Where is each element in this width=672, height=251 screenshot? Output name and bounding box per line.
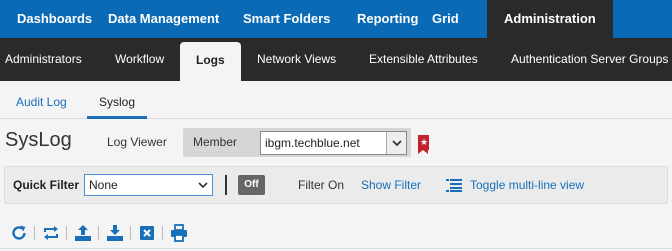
member-label: Member xyxy=(193,135,238,149)
sub-nav-administrators[interactable]: Administrators xyxy=(5,38,82,81)
chevron-down-icon xyxy=(197,176,209,199)
toggle-multiline-view-link[interactable]: Toggle multi-line view xyxy=(470,167,584,203)
follow-icon[interactable] xyxy=(42,224,62,242)
top-nav-administration[interactable]: Administration xyxy=(487,0,613,38)
toolbar-divider-line xyxy=(0,248,672,249)
refresh-icon[interactable] xyxy=(10,224,30,242)
member-dropdown-value: ibgm.techblue.net xyxy=(265,136,360,150)
toolbar-divider xyxy=(162,226,163,240)
log-tabs: Audit Log Syslog xyxy=(0,81,672,119)
sub-nav: Administrators Workflow Logs Network Vie… xyxy=(0,38,672,81)
member-dropdown[interactable]: ibgm.techblue.net xyxy=(260,131,407,155)
sub-nav-authentication-server-groups[interactable]: Authentication Server Groups xyxy=(511,38,668,81)
toolbar-divider xyxy=(66,226,67,240)
print-icon[interactable] xyxy=(170,224,190,242)
bookmark-icon[interactable]: ★ xyxy=(418,135,429,154)
filter-on-label: Filter On xyxy=(298,178,345,192)
toolbar-divider xyxy=(130,226,131,240)
page-title: SysLog xyxy=(5,129,72,151)
tab-syslog[interactable]: Syslog xyxy=(87,81,148,119)
quick-filter-select[interactable]: None xyxy=(84,174,213,196)
filter-bar: Quick Filter None Off Filter On Show Fil… xyxy=(4,166,668,204)
sub-nav-logs[interactable]: Logs xyxy=(180,42,241,81)
log-viewer-label: Log Viewer xyxy=(107,135,167,149)
top-nav-data-management[interactable]: Data Management xyxy=(91,0,236,38)
top-nav-smart-folders[interactable]: Smart Folders xyxy=(226,0,347,38)
clear-icon[interactable] xyxy=(138,224,158,242)
sub-nav-network-views[interactable]: Network Views xyxy=(257,38,336,81)
filter-toggle[interactable]: Off xyxy=(238,175,265,195)
toolbar-divider xyxy=(98,226,99,240)
chevron-down-icon[interactable] xyxy=(386,132,406,154)
top-nav-grid[interactable]: Grid xyxy=(415,0,476,38)
quick-filter-value: None xyxy=(89,178,118,192)
export-icon[interactable] xyxy=(74,224,94,242)
sub-nav-workflow[interactable]: Workflow xyxy=(115,38,164,81)
top-nav: Dashboards Data Management Smart Folders… xyxy=(0,0,672,38)
download-icon[interactable] xyxy=(106,224,126,242)
multiline-view-icon[interactable] xyxy=(446,179,462,192)
show-filter-link[interactable]: Show Filter xyxy=(361,167,421,203)
log-toolbar xyxy=(0,220,672,251)
member-selector: Member ibgm.techblue.net xyxy=(183,128,411,157)
quick-filter-label: Quick Filter xyxy=(13,178,80,192)
divider xyxy=(225,175,227,195)
sub-nav-extensible-attributes[interactable]: Extensible Attributes xyxy=(369,38,478,81)
tab-audit-log[interactable]: Audit Log xyxy=(4,81,79,119)
toolbar-divider xyxy=(34,226,35,240)
